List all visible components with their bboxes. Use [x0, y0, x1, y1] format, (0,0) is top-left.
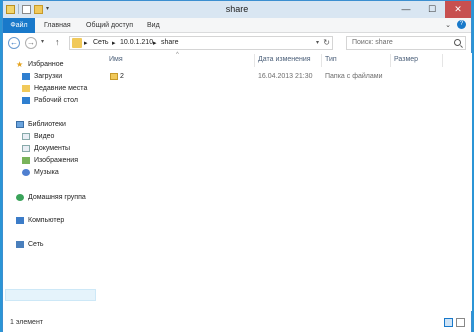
sidebar-item-label: Недавние места	[34, 85, 88, 92]
column-divider[interactable]	[321, 54, 322, 67]
column-header-modified[interactable]: Дата изменения	[258, 56, 311, 63]
breadcrumb-share[interactable]: share	[161, 39, 179, 46]
help-icon[interactable]: ?	[457, 20, 466, 29]
search-input[interactable]: Поиск: share	[346, 36, 466, 50]
large-icons-view-icon[interactable]	[456, 318, 465, 327]
recent-locations-icon[interactable]: ▾	[41, 38, 44, 45]
tab-file[interactable]: Файл	[3, 18, 35, 33]
star-icon: ★	[16, 60, 24, 69]
tab-share[interactable]: Общий доступ	[86, 18, 133, 33]
music-icon	[22, 169, 30, 176]
close-button[interactable]: ✕	[445, 1, 471, 18]
column-divider[interactable]	[442, 54, 443, 67]
breadcrumb-host[interactable]: 10.0.1.210	[120, 39, 153, 46]
maximize-button[interactable]: ☐	[419, 1, 445, 18]
file-name: 2	[120, 73, 124, 80]
network-location-icon	[72, 38, 82, 48]
item-count: 1 элемент	[10, 319, 44, 326]
sidebar-item-label: Сеть	[28, 241, 44, 248]
sidebar-item-label: Библиотеки	[28, 121, 66, 128]
column-divider[interactable]	[390, 54, 391, 67]
documents-icon	[22, 145, 30, 152]
navigation-bar: ← → ▾ ↑ ▸ Сеть ▸ 10.0.1.210 ▸ share ▾ ↻ …	[3, 33, 471, 53]
sidebar-item-label: Компьютер	[28, 217, 65, 224]
video-icon	[22, 133, 30, 140]
sidebar-item-label: Избранное	[28, 61, 64, 68]
recent-places-icon	[22, 85, 30, 92]
network-icon	[16, 241, 24, 248]
crumb-separator-icon[interactable]: ▸	[112, 39, 116, 47]
column-header-name[interactable]: Имя	[109, 56, 123, 63]
forward-button[interactable]: →	[25, 37, 37, 49]
details-view-icon[interactable]	[444, 318, 453, 327]
address-history-icon[interactable]: ▾	[316, 39, 319, 46]
refresh-icon[interactable]: ↻	[323, 38, 330, 47]
sidebar-item-label: Изображения	[34, 157, 78, 164]
sidebar-item-label: Видео	[34, 133, 55, 140]
tab-home[interactable]: Главная	[44, 18, 71, 33]
crumb-separator-icon[interactable]: ▸	[84, 39, 88, 47]
file-modified: 16.04.2013 21:30	[258, 73, 313, 80]
column-header-type[interactable]: Тип	[325, 56, 337, 63]
expand-ribbon-icon[interactable]: ⌄	[445, 21, 451, 29]
ribbon-tabs: Файл Главная Общий доступ Вид ⌄ ?	[3, 18, 471, 33]
title-bar: ▾ share — ☐ ✕	[3, 1, 471, 18]
sort-up-icon: ^	[176, 52, 179, 58]
tab-view[interactable]: Вид	[147, 18, 160, 33]
images-icon	[22, 157, 30, 164]
explorer-window: ▾ share — ☐ ✕ Файл Главная Общий доступ …	[2, 0, 472, 332]
file-row[interactable]: 2 16.04.2013 21:30 Папка с файлами	[106, 71, 468, 83]
sidebar-item-label: Музыка	[34, 169, 59, 176]
up-button[interactable]: ↑	[55, 37, 60, 47]
column-header-size[interactable]: Размер	[394, 56, 418, 63]
sidebar-item-label: Загрузки	[34, 73, 63, 80]
column-divider[interactable]	[254, 54, 255, 67]
desktop-icon	[22, 97, 30, 104]
search-placeholder: Поиск: share	[352, 39, 393, 46]
downloads-icon	[22, 73, 30, 80]
homegroup-icon	[16, 194, 24, 201]
status-bar: 1 элемент	[3, 313, 471, 332]
libraries-icon	[16, 121, 24, 128]
crumb-separator-icon[interactable]: ▸	[153, 39, 157, 47]
selected-highlight	[5, 289, 96, 301]
navigation-pane: ★ Избранное Загрузки Недавние места Рабо…	[3, 53, 98, 311]
computer-icon	[16, 217, 24, 224]
back-button[interactable]: ←	[8, 37, 20, 49]
minimize-button[interactable]: —	[393, 1, 419, 18]
breadcrumb-network[interactable]: Сеть	[93, 39, 109, 46]
search-icon[interactable]	[454, 39, 461, 46]
sidebar-item-label: Рабочий стол	[34, 97, 78, 104]
file-list: ^ Имя Дата изменения Тип Размер 2 16.04.…	[102, 52, 472, 311]
address-bar[interactable]: ▸ Сеть ▸ 10.0.1.210 ▸ share ▾ ↻	[69, 36, 333, 50]
sidebar-item-label: Документы	[34, 145, 71, 152]
file-type: Папка с файлами	[325, 73, 383, 80]
sidebar-item-label: Домашняя группа	[28, 194, 86, 201]
folder-icon	[110, 73, 118, 80]
